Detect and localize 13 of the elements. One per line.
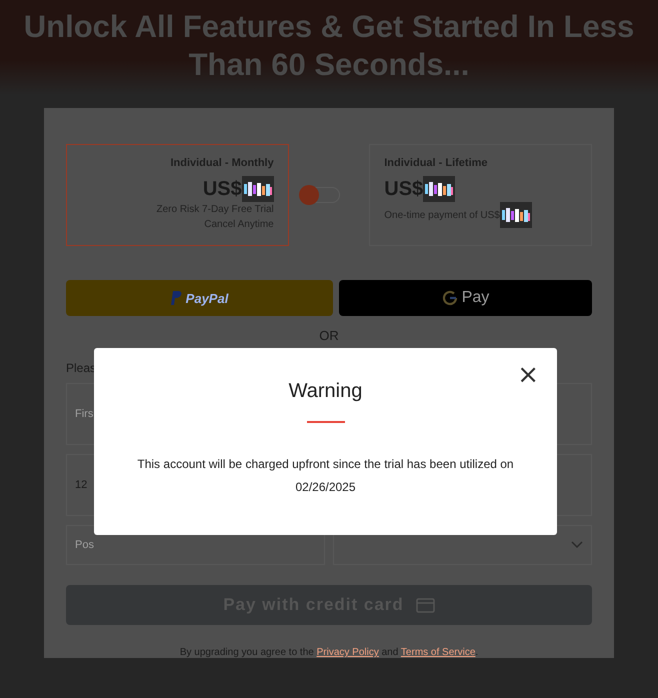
terms-of-service-link[interactable]: Terms of Service	[400, 647, 476, 658]
billing-toggle[interactable]	[300, 187, 340, 203]
google-icon	[442, 290, 458, 306]
warning-message: This account will be charged upfront since the trial has been utilized on 02/26/2025	[136, 456, 515, 496]
credit-card-icon	[416, 598, 435, 612]
chevron-icon	[571, 541, 583, 549]
privacy-policy-link[interactable]: Privacy Policy	[316, 647, 379, 658]
close-button[interactable]: ×	[517, 362, 539, 388]
paypal-icon	[170, 291, 182, 305]
gpay-button[interactable]: Pay	[339, 280, 592, 316]
headline: Unlock All Features & Get Started In Less Than 60 Seconds...	[22, 8, 636, 84]
dialog-title: Warning	[288, 380, 362, 403]
paypal-button[interactable]: PayPal	[66, 280, 333, 316]
